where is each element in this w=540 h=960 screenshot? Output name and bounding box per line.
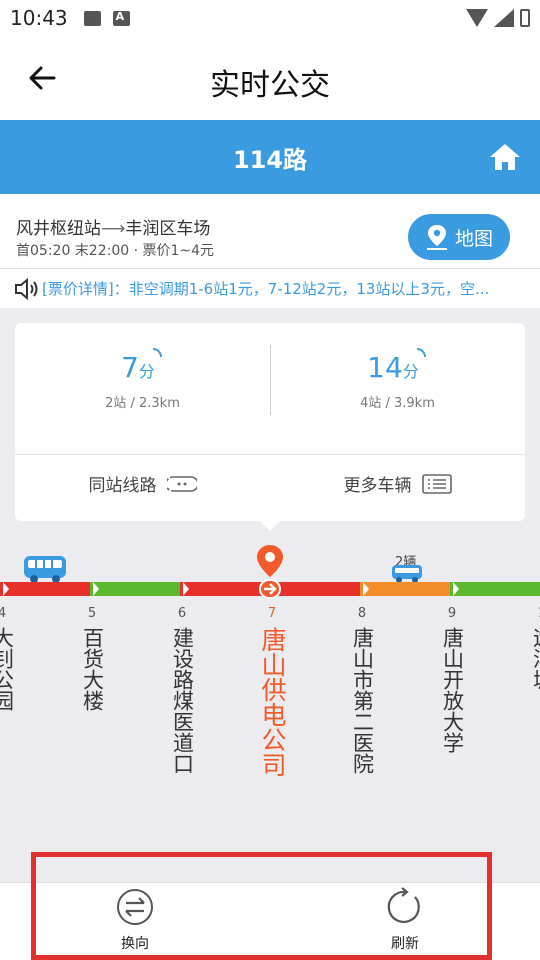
- stop-name: 唐山供电公司: [258, 627, 287, 777]
- stop-number: 4: [0, 606, 7, 621]
- route-banner: 114路: [0, 120, 540, 194]
- fare-notice[interactable]: [票价详情]：非空调期1-6站1元，7-12站2元，13站以上3元，空...: [0, 268, 540, 308]
- transfer-icon: [166, 475, 197, 492]
- more-buses-label: 更多车辆: [343, 476, 412, 496]
- refresh-icon: [387, 887, 420, 924]
- stop-number: 5: [87, 606, 97, 621]
- status-bar: 10:43: [0, 0, 540, 36]
- stop-name: 建设路煤医道口: [170, 627, 195, 774]
- eta-unit: 分: [402, 362, 419, 381]
- direction-arrow: [3, 582, 9, 596]
- stop-item[interactable]: 1 远洋城: [527, 606, 540, 690]
- current-location-pin-icon: [257, 545, 283, 577]
- list-icon: [421, 473, 452, 494]
- page-title: 实时公交: [210, 68, 330, 103]
- stop-item[interactable]: 8 唐山市第二医院: [347, 606, 377, 774]
- direction-arrow: [183, 582, 189, 596]
- stop-name: 大钊公园: [0, 627, 15, 711]
- arrow-right-icon: [264, 583, 277, 595]
- line-segment: [180, 582, 270, 596]
- map-button[interactable]: 地图: [408, 214, 510, 260]
- line-segment: [0, 582, 90, 596]
- map-pin-icon: [426, 225, 447, 250]
- same-stop-lines-button[interactable]: 同站线路: [15, 471, 270, 496]
- home-button[interactable]: [488, 142, 522, 172]
- current-stop-marker: [259, 579, 281, 599]
- route-from: 风井枢纽站: [16, 219, 101, 239]
- stop-number: 9: [447, 606, 457, 621]
- direction-arrow: [363, 582, 369, 596]
- stop-item[interactable]: 9 唐山开放大学: [437, 606, 467, 753]
- app-bar: 实时公交: [0, 36, 540, 120]
- eta-distance: 2站 / 2.3km: [105, 396, 180, 411]
- stop-name: 远洋城: [530, 627, 540, 690]
- font-notification-icon: [112, 10, 130, 26]
- route-info: 风井枢纽站⟶丰润区车场 首05:20 末22:00 · 票价1~4元 地图: [0, 194, 540, 268]
- bottom-toolbar: 换向 刷新: [0, 882, 540, 960]
- route-arrow: ⟶: [101, 219, 126, 239]
- refresh-label: 刷新: [391, 936, 419, 952]
- eta-minutes: 14: [367, 351, 403, 384]
- route-name: 114路: [232, 146, 308, 174]
- stop-number: 6: [177, 606, 187, 621]
- stop-item[interactable]: 6 建设路煤医道口: [167, 606, 197, 774]
- current-stop[interactable]: 7 唐山供电公司: [257, 606, 287, 777]
- realtime-signal-icon: [416, 348, 426, 357]
- route-line: 2辆 4 大钊公园 5 百货大楼 6 建设路煤医道口 7 唐山供电公司 8 唐山市第二医院 9 唐山开…: [0, 530, 540, 880]
- more-buses-button[interactable]: 更多车辆: [270, 471, 525, 496]
- line-segment: [270, 582, 360, 596]
- eta-card: 7分 2站 / 2.3km 14分 4站 / 3.9km 同站线路 更多车辆: [15, 323, 525, 531]
- map-button-label: 地图: [454, 227, 493, 250]
- eta-minutes: 7: [121, 351, 139, 384]
- line-segment: [90, 582, 180, 596]
- eta-next-bus[interactable]: 7分 2站 / 2.3km: [15, 348, 270, 411]
- reverse-label: 换向: [121, 936, 149, 952]
- realtime-signal-icon: [152, 348, 162, 357]
- line-segment: [450, 582, 540, 596]
- home-icon: [490, 144, 520, 170]
- stop-name: 唐山市第二医院: [350, 627, 375, 774]
- route-terminals: 风井枢纽站⟶丰润区车场: [16, 214, 210, 239]
- reverse-direction-button[interactable]: 换向: [75, 887, 195, 953]
- status-time: 10:43: [10, 6, 68, 30]
- swap-direction-icon: [117, 889, 153, 925]
- stop-item[interactable]: 5 百货大楼: [77, 606, 107, 711]
- fare-notice-text: [票价详情]：非空调期1-6站1元，7-12站2元，13站以上3元，空...: [42, 280, 490, 298]
- wifi-icon: [466, 9, 488, 27]
- stop-number: 1: [527, 606, 540, 621]
- bus-icon[interactable]: [22, 554, 68, 584]
- route-times: 首05:20 末22:00 · 票价1~4元: [16, 243, 215, 259]
- route-to: 丰润区车场: [125, 219, 211, 239]
- image-notification-icon: [83, 10, 101, 26]
- stop-name: 唐山开放大学: [440, 627, 465, 753]
- card-divider: [15, 454, 525, 455]
- refresh-button[interactable]: 刷新: [345, 887, 465, 953]
- eta-second-bus[interactable]: 14分 4站 / 3.9km: [270, 348, 525, 411]
- eta-unit: 分: [138, 362, 155, 381]
- direction-arrow: [93, 582, 99, 596]
- signal-icon: [494, 9, 514, 27]
- same-stop-lines-label: 同站线路: [88, 476, 157, 496]
- direction-arrow: [453, 582, 459, 596]
- stop-number: 7: [267, 606, 277, 621]
- stop-name: 百货大楼: [80, 627, 105, 711]
- bus-icon[interactable]: [391, 564, 423, 584]
- stop-item[interactable]: 4 大钊公园: [0, 606, 17, 711]
- eta-distance: 4站 / 3.9km: [360, 396, 435, 411]
- battery-icon: [520, 9, 530, 27]
- line-segment: [360, 582, 450, 596]
- speaker-icon: [15, 277, 38, 300]
- stop-number: 8: [357, 606, 367, 621]
